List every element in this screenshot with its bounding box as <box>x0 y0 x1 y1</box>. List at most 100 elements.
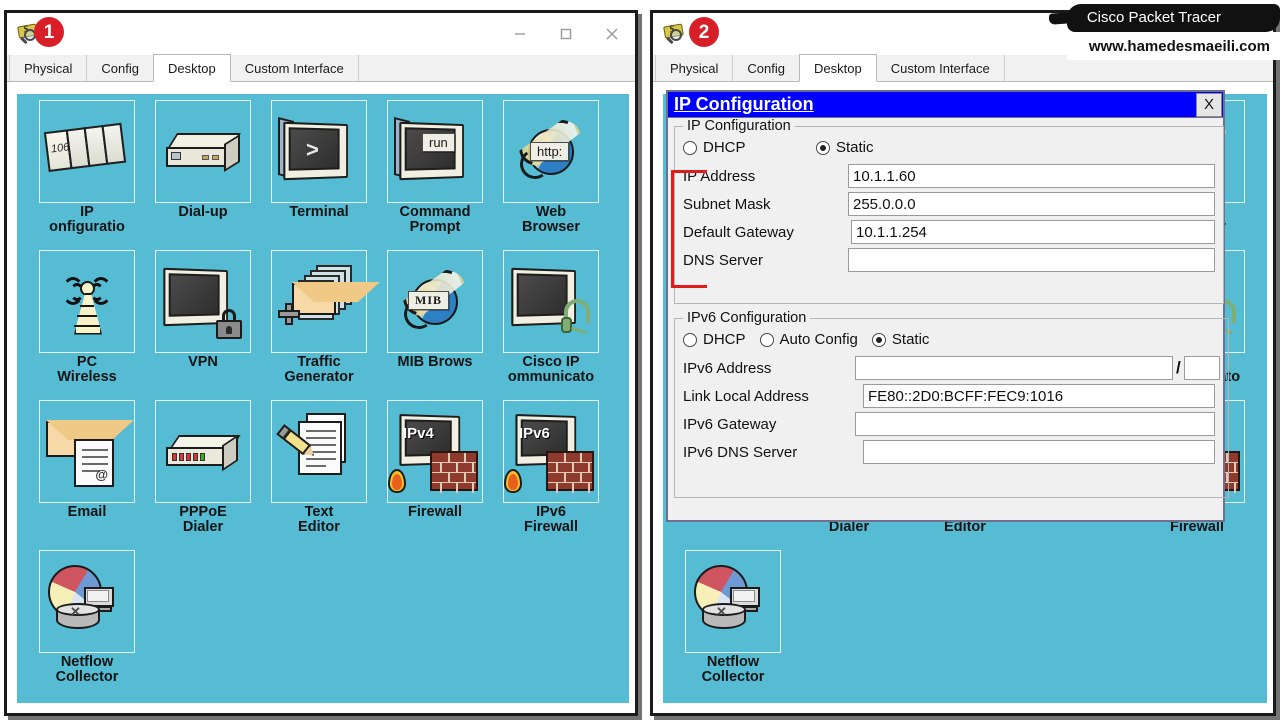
desktop-icon-label: IPv6Firewall <box>493 505 609 535</box>
left-desktop-area: 106 IP onfiguratio Dial-up > Terminal run Comma… <box>7 88 635 709</box>
field-subnet-mask: Subnet Mask 255.0.0.0 <box>683 190 1215 218</box>
dial-up-icon[interactable] <box>155 100 251 203</box>
pppoe-dialer-icon[interactable] <box>155 400 251 503</box>
desktop-icon-pc-wireless[interactable]: PCWireless <box>29 250 145 400</box>
desktop-icon-label: PCWireless <box>29 355 145 385</box>
desktop-icon-cisco-ip-communicator[interactable]: Cisco IPommunicato <box>493 250 609 400</box>
desktop-icon-command-prompt[interactable]: runCommandPrompt <box>377 100 493 250</box>
desktop-icon-label-line2: Wireless <box>57 368 117 385</box>
ipv6-dns-server-input[interactable] <box>863 440 1215 464</box>
ip-dialog-titlebar: IP Configuration X <box>668 92 1223 118</box>
default-gateway-input[interactable]: 10.1.1.254 <box>851 220 1215 244</box>
radio-static-ipv4[interactable]: Static <box>816 139 874 156</box>
prefix-separator: / <box>1176 358 1181 377</box>
terminal-icon[interactable]: > <box>271 100 367 203</box>
ipv6-firewall-icon[interactable]: IPv6 <box>503 400 599 503</box>
tab-custom-interface[interactable]: Custom Interface <box>229 55 359 81</box>
text-editor-icon[interactable] <box>271 400 367 503</box>
desktop-icon-pppoe-dialer[interactable]: PPPoEDialer <box>145 400 261 550</box>
packet-tracer-app-icon <box>663 22 689 46</box>
ip-address-input[interactable]: 10.1.1.60 <box>848 164 1215 188</box>
radio-indicator <box>871 332 886 347</box>
desktop-icon-netflow-collector[interactable]: ✕ Netflow Collector <box>29 550 145 700</box>
tab-desktop[interactable]: Desktop <box>153 54 231 82</box>
tab-desktop[interactable]: Desktop <box>799 54 877 82</box>
desktop-icon-label-line2: Browser <box>521 218 581 235</box>
ipv6-gateway-input[interactable] <box>855 412 1215 436</box>
traffic-generator-icon[interactable] <box>271 250 380 353</box>
tab-physical[interactable]: Physical <box>655 55 734 81</box>
dns-server-input[interactable] <box>848 248 1215 272</box>
desktop-icon-label: PPPoEDialer <box>145 505 261 535</box>
website-label: www.hamedesmaeili.com <box>1066 32 1280 60</box>
tab-config[interactable]: Config <box>732 55 800 81</box>
desktop-icon-netflow-collector[interactable]: ✕ Netflow Collector <box>675 550 791 700</box>
vpn-icon[interactable] <box>155 250 251 353</box>
desktop-icon-dial-up[interactable]: Dial-up <box>145 100 261 250</box>
web-browser-icon[interactable]: http: <box>503 100 599 203</box>
left-device-window: Physical Config Desktop Custom Interface… <box>4 10 638 716</box>
tab-physical[interactable]: Physical <box>9 55 88 81</box>
desktop-icon-terminal[interactable]: > Terminal <box>261 100 377 250</box>
desktop-icon-label-line2: Generator <box>284 368 354 385</box>
desktop-icon-label: TextEditor <box>261 505 377 535</box>
field-ip-address: IP Address 10.1.1.60 <box>683 162 1215 190</box>
radio-label: Static <box>891 331 930 348</box>
tab-config[interactable]: Config <box>86 55 154 81</box>
field-label: DNS Server <box>683 251 764 269</box>
ipv6-address-input[interactable] <box>855 356 1173 380</box>
desktop-icon-label: Dial-up <box>145 205 261 220</box>
netflow-collector-icon[interactable]: ✕ <box>685 550 781 653</box>
desktop-icon-firewall[interactable]: IPv4 Firewall <box>377 400 493 550</box>
radio-auto-config-ipv6[interactable]: Auto Config <box>759 331 858 348</box>
desktop-icon-text-editor[interactable]: TextEditor <box>261 400 377 550</box>
desktop-icon-label: MIB Brows <box>377 355 493 370</box>
minimize-button[interactable] <box>497 13 543 55</box>
desktop-icon-ipv6-firewall[interactable]: IPv6IPv6Firewall <box>493 400 609 550</box>
close-button[interactable] <box>589 13 635 55</box>
desktop-icon-label-line2: Editor <box>298 518 340 535</box>
tab-custom-interface[interactable]: Custom Interface <box>875 55 1005 81</box>
ip-configuration-dialog: IP Configuration X IP Configuration DHCP… <box>666 90 1229 522</box>
desktop-icon-ip-configuration[interactable]: 106 IPonfiguratio <box>29 100 145 250</box>
desktop-icon-label-line2: Editor <box>944 518 986 535</box>
desktop-icon-grid: 106IPonfiguratioDial-up>TerminalrunComma… <box>29 100 609 700</box>
desktop-icon-label-line2: Firewall <box>524 518 578 535</box>
desktop-icon-traffic-generator[interactable]: TrafficGenerator <box>261 250 380 400</box>
desktop-icon-label-line1: PPPoE <box>179 505 227 520</box>
link-local-address-input[interactable]: FE80::2D0:BCFF:FEC9:1016 <box>863 384 1215 408</box>
left-tabbar: Physical Config Desktop Custom Interface <box>7 54 635 82</box>
netflow-collector-icon[interactable]: ✕ <box>39 550 135 653</box>
desktop-icon-label-line1: Email <box>67 505 107 520</box>
field-label: IPv6 DNS Server <box>683 443 798 461</box>
pc-wireless-icon[interactable] <box>39 250 135 353</box>
subnet-mask-input[interactable]: 255.0.0.0 <box>848 192 1215 216</box>
desktop-icon-web-browser[interactable]: http: WebBrowser <box>493 100 609 250</box>
radio-indicator <box>759 332 774 347</box>
desktop-icon-vpn[interactable]: VPN <box>145 250 261 400</box>
cisco-ip-communicator-icon[interactable] <box>503 250 599 353</box>
desktop-icon-email[interactable]: @ Email <box>29 400 145 550</box>
field-dns-server: DNS Server <box>683 246 1215 274</box>
radio-dhcp-ipv6[interactable]: DHCP <box>683 331 746 348</box>
radio-indicator <box>683 140 697 155</box>
mib-browser-icon[interactable]: MIB <box>387 250 483 353</box>
desktop-icon-label: Netflow Collector <box>675 655 791 685</box>
ipv6-mode-radios: DHCP Auto Config Static <box>683 331 1220 348</box>
desktop-icon-label-line1: IP <box>80 205 94 220</box>
ipv6-prefix-input[interactable] <box>1183 356 1220 380</box>
desktop-icon-label-line2: Collector <box>55 668 119 685</box>
radio-dhcp-ipv4[interactable]: DHCP <box>683 139 816 156</box>
ip-configuration-icon[interactable]: 106 <box>39 100 135 203</box>
close-icon[interactable]: X <box>1196 92 1222 117</box>
field-label: IP Address <box>683 167 756 185</box>
desktop-icon-label-line1: Dial-up <box>178 205 228 220</box>
desktop-icon-label-line2: Prompt <box>409 218 461 235</box>
radio-static-ipv6[interactable]: Static <box>871 331 930 348</box>
desktop-icon-mib-browser[interactable]: MIB MIB Brows <box>377 250 493 400</box>
command-prompt-icon[interactable]: run <box>387 100 483 203</box>
desktop-icon-label-line1: Web <box>535 205 567 220</box>
firewall-icon[interactable]: IPv4 <box>387 400 483 503</box>
maximize-button[interactable] <box>543 13 589 55</box>
email-icon[interactable]: @ <box>39 400 135 503</box>
